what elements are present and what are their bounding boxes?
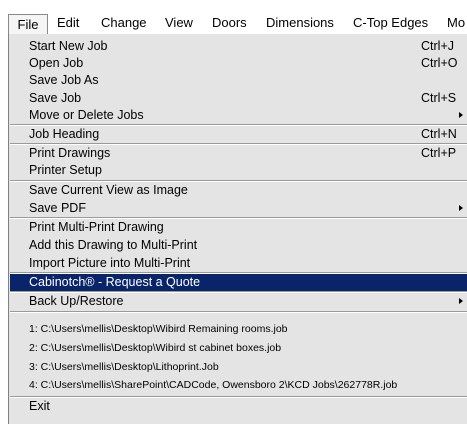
submenu-arrow-icon	[459, 112, 463, 118]
menu-separator	[10, 311, 467, 313]
menu-change[interactable]: Change	[101, 13, 147, 33]
menu-view[interactable]: View	[165, 13, 193, 33]
menu-item-recent-job-3[interactable]: 3: C:\Users\mellis\Desktop\Lithoprint.Jo…	[10, 358, 467, 376]
menu-item-shortcut: Ctrl+N	[421, 127, 457, 141]
menu-item-recent-job-2[interactable]: 2: C:\Users\mellis\Desktop\Wibird st cab…	[10, 339, 467, 357]
menu-item-job-heading[interactable]: Job Heading Ctrl+N	[10, 126, 467, 143]
menu-item-label: Back Up/Restore	[29, 294, 124, 308]
menu-item-label: 3: C:\Users\mellis\Desktop\Lithoprint.Jo…	[29, 361, 219, 373]
menu-item-label: Add this Drawing to Multi-Print	[29, 238, 198, 252]
menu-item-label: Exit	[29, 399, 50, 413]
menu-item-import-picture-into-multi-print[interactable]: Import Picture into Multi-Print	[10, 255, 467, 272]
menu-item-exit[interactable]: Exit	[10, 398, 467, 415]
menu-item-label: 2: C:\Users\mellis\Desktop\Wibird st cab…	[29, 342, 282, 354]
menu-item-label: 4: C:\Users\mellis\SharePoint\CADCode, O…	[29, 379, 398, 391]
menu-item-print-drawings[interactable]: Print Drawings Ctrl+P	[10, 145, 467, 162]
menu-item-label: Import Picture into Multi-Print	[29, 256, 191, 270]
menu-item-open-job[interactable]: Open Job Ctrl+O	[10, 55, 467, 72]
menu-item-label: Save Job As	[29, 73, 99, 87]
menu-item-label: Save PDF	[29, 201, 86, 215]
menu-item-label: Start New Job	[29, 39, 108, 53]
submenu-arrow-icon	[459, 298, 463, 304]
menu-item-label: Print Drawings	[29, 146, 111, 160]
menu-item-shortcut: Ctrl+J	[421, 39, 454, 53]
menu-item-label: Cabinotch® - Request a Quote	[29, 275, 201, 289]
menu-bar: File Edit Change View Doors Dimensions C…	[0, 0, 467, 34]
menu-item-label: Open Job	[29, 56, 84, 70]
menu-item-label: Move or Delete Jobs	[29, 108, 144, 122]
menu-item-shortcut: Ctrl+O	[421, 56, 458, 70]
menu-item-label: Save Current View as Image	[29, 183, 188, 197]
submenu-arrow-icon	[459, 205, 463, 211]
menu-file[interactable]: File	[8, 14, 48, 34]
menu-item-recent-job-1[interactable]: 1: C:\Users\mellis\Desktop\Wibird Remain…	[10, 320, 467, 338]
menu-item-label: Printer Setup	[29, 163, 102, 177]
menu-item-printer-setup[interactable]: Printer Setup	[10, 162, 467, 179]
menu-item-label: Print Multi-Print Drawing	[29, 220, 164, 234]
file-menu-dropdown: Start New Job Ctrl+J Open Job Ctrl+O Sav…	[8, 34, 467, 424]
menu-item-recent-job-4[interactable]: 4: C:\Users\mellis\SharePoint\CADCode, O…	[10, 376, 467, 394]
menu-item-save-pdf[interactable]: Save PDF	[10, 200, 467, 217]
menu-item-move-or-delete-jobs[interactable]: Move or Delete Jobs	[10, 107, 467, 124]
menu-item-shortcut: Ctrl+S	[421, 91, 457, 105]
menu-doors[interactable]: Doors	[212, 13, 247, 33]
menu-c-top-edges[interactable]: C-Top Edges	[353, 13, 428, 33]
menu-item-label: Job Heading	[29, 127, 100, 141]
menu-item-back-up-restore[interactable]: Back Up/Restore	[10, 293, 467, 310]
menu-item-print-multi-print-drawing[interactable]: Print Multi-Print Drawing	[10, 219, 467, 236]
menu-item-save-job-as[interactable]: Save Job As	[10, 72, 467, 89]
menu-item-add-drawing-to-multi-print[interactable]: Add this Drawing to Multi-Print	[10, 237, 467, 254]
menu-item-start-new-job[interactable]: Start New Job Ctrl+J	[10, 38, 467, 55]
menu-more[interactable]: Mo	[447, 13, 465, 33]
menu-item-shortcut: Ctrl+P	[421, 146, 457, 160]
menu-item-label: 1: C:\Users\mellis\Desktop\Wibird Remain…	[29, 323, 288, 335]
menu-edit[interactable]: Edit	[57, 13, 79, 33]
menu-item-cabinotch-request-quote[interactable]: Cabinotch® - Request a Quote	[10, 274, 467, 291]
menu-item-label: Save Job	[29, 91, 82, 105]
menu-item-save-current-view-as-image[interactable]: Save Current View as Image	[10, 182, 467, 199]
menu-dimensions[interactable]: Dimensions	[266, 13, 334, 33]
menu-item-save-job[interactable]: Save Job Ctrl+S	[10, 90, 467, 107]
